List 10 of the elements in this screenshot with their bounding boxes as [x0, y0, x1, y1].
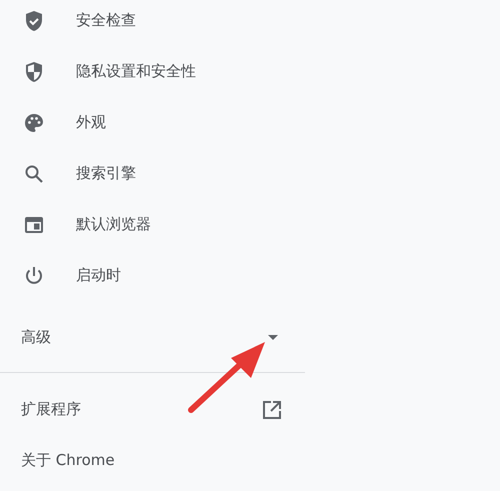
sidebar-item[interactable]: 默认浏览器 [76, 215, 151, 234]
sidebar-link[interactable]: 扩展程序 [21, 400, 81, 419]
sidebar-item[interactable]: 隐私设置和安全性 [76, 62, 196, 81]
external-link-icon [263, 400, 281, 418]
advanced-toggle[interactable]: 高级 [21, 328, 51, 347]
sidebar-item[interactable]: 外观 [76, 113, 106, 132]
sidebar-item[interactable]: 安全检查 [76, 11, 136, 30]
sidebar-item[interactable]: 启动时 [76, 266, 121, 285]
sidebar-item[interactable]: 搜索引擎 [76, 164, 136, 183]
sidebar-link[interactable]: 关于 Chrome [21, 451, 115, 470]
